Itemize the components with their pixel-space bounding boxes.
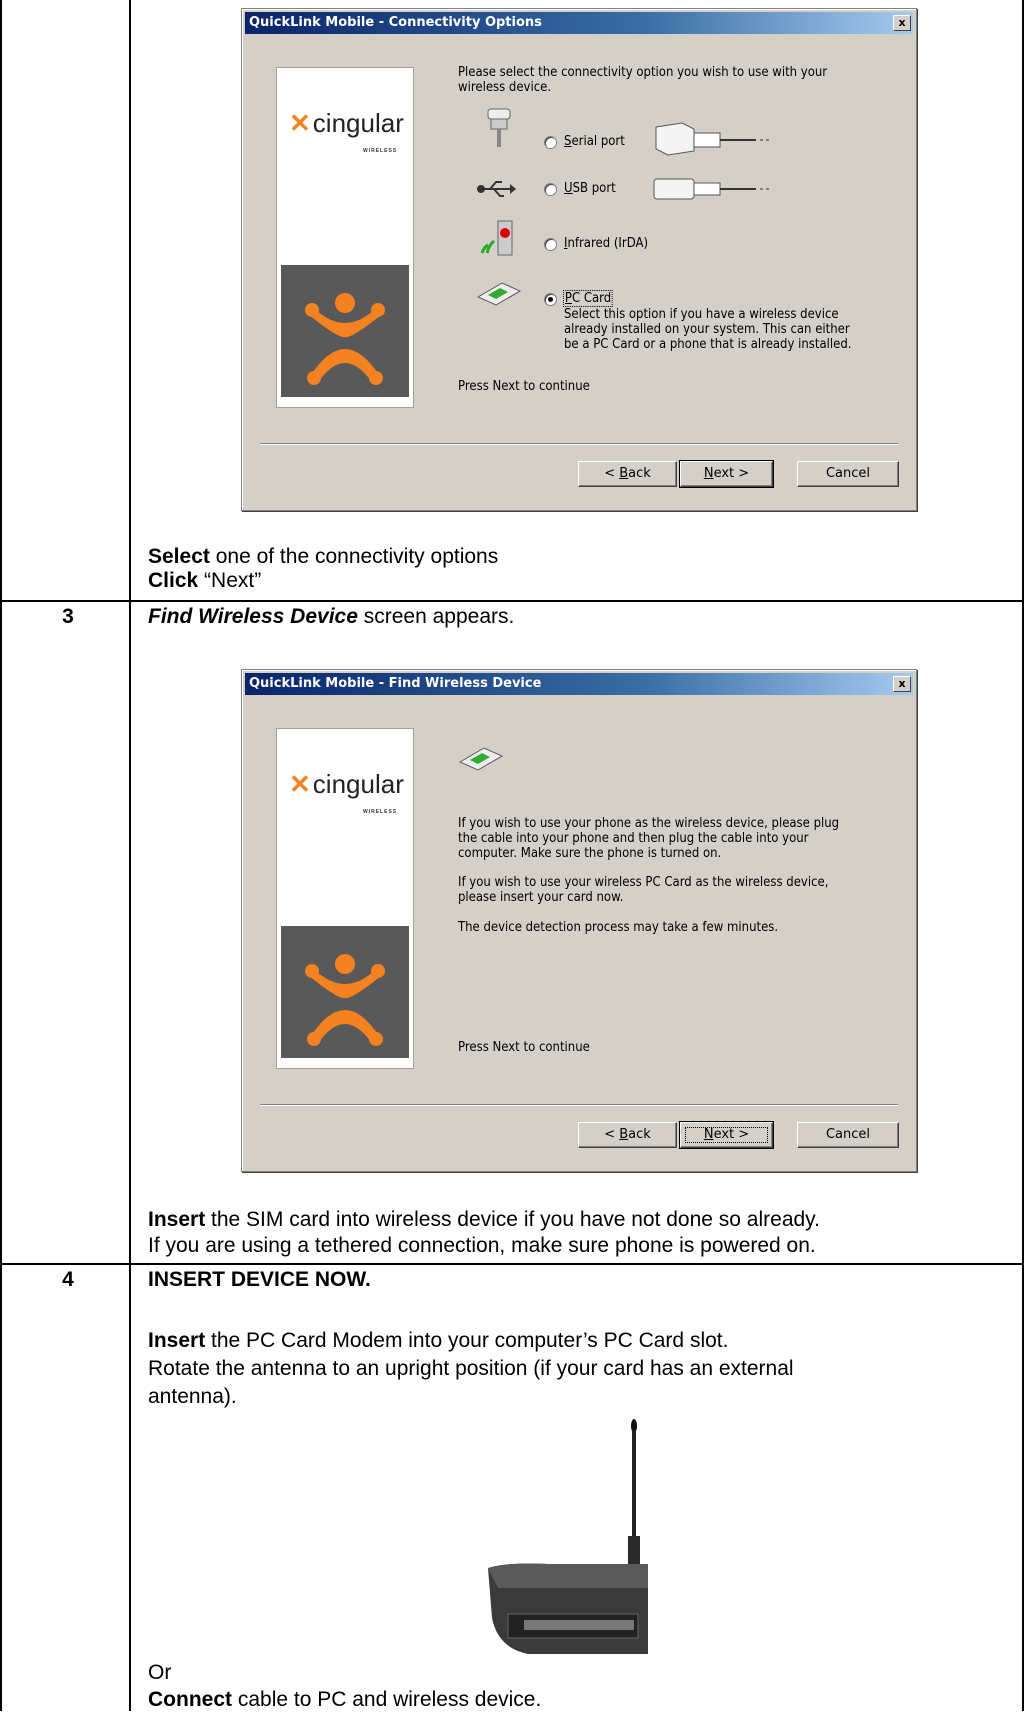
step4-antenna-line: antenna). — [148, 1385, 237, 1408]
row-divider-3 — [0, 600, 1024, 602]
para3: The device detection process may take a … — [458, 920, 779, 935]
pc-card-desc-2: already installed on your system. This c… — [564, 322, 850, 337]
cingular-jack-icon — [305, 954, 385, 1046]
instruction-line1: Please select the connectivity option yo… — [458, 65, 828, 80]
step4-heading: INSERT DEVICE NOW. — [148, 1268, 371, 1291]
usb-port-label[interactable]: USB port — [564, 181, 616, 196]
close-icon: x — [898, 16, 906, 29]
instruction-line2: wireless device. — [458, 80, 552, 95]
brand-image — [281, 265, 409, 397]
infrared-icon — [480, 220, 513, 256]
table-left-border — [0, 0, 2, 1711]
step3-heading: Find Wireless Device screen appears. — [148, 605, 515, 628]
step4-connect-line: Connect cable to PC and wireless device. — [148, 1688, 542, 1711]
infrared-label[interactable]: Infrared (IrDA) — [564, 236, 648, 251]
pc-card-label[interactable]: PC Card — [563, 290, 614, 307]
para2-line1: If you wish to use your wireless PC Card… — [458, 875, 829, 890]
step3-tethered-line: If you are using a tethered connection, … — [148, 1234, 816, 1257]
para1-line1: If you wish to use your phone as the wir… — [458, 816, 840, 831]
step4-insert-line: Insert the PC Card Modem into your compu… — [148, 1329, 729, 1352]
find-wireless-device-dialog: QuickLink Mobile - Find Wireless Device … — [241, 669, 917, 1172]
para2-line2: please insert your card now. — [458, 890, 624, 905]
step4-rotate-line: Rotate the antenna to an upright positio… — [148, 1357, 794, 1380]
step2-click-line: Click “Next” — [148, 569, 262, 592]
pc-card-modem-photo — [488, 1419, 648, 1654]
step2-select-line: Select one of the connectivity options — [148, 545, 499, 568]
pc-card-icon — [476, 282, 522, 306]
brand-panel: ✕cingular WIRELESS — [276, 67, 414, 408]
cingular-jack-icon — [305, 293, 385, 385]
pc-card-radio[interactable] — [544, 293, 557, 306]
dialog-separator — [260, 1104, 898, 1106]
dialog-title: QuickLink Mobile - Find Wireless Device — [249, 676, 542, 691]
brand-image — [281, 926, 409, 1058]
dialog-title: QuickLink Mobile - Connectivity Options — [249, 15, 542, 30]
close-button[interactable]: x — [893, 676, 911, 692]
serial-port-radio[interactable] — [544, 136, 557, 149]
serial-port-label[interactable]: Serial port — [564, 134, 625, 149]
row-divider-4 — [0, 1263, 1024, 1265]
cancel-button[interactable]: Cancel — [797, 1122, 899, 1148]
serial-port-icon — [487, 108, 511, 147]
dialog-title-bar: QuickLink Mobile - Find Wireless Device … — [245, 673, 913, 695]
step-number-4: 4 — [62, 1268, 74, 1291]
usb-port-radio[interactable] — [544, 183, 557, 196]
close-button[interactable]: x — [893, 15, 911, 31]
usb-cable-icon — [653, 178, 769, 200]
para1-line2: the cable into your phone and then plug … — [458, 831, 809, 846]
cingular-logo: ✕cingular — [289, 769, 404, 799]
brand-panel: ✕cingular WIRELESS — [276, 728, 414, 1069]
cingular-x-icon: ✕ — [289, 108, 311, 138]
usb-icon — [477, 181, 516, 197]
step-number-3: 3 — [62, 605, 74, 628]
next-button[interactable]: Next > — [679, 1121, 774, 1149]
infrared-radio[interactable] — [544, 238, 557, 251]
dialog-separator — [260, 443, 898, 445]
focus-rect — [685, 1127, 768, 1143]
pc-card-icon — [458, 747, 504, 771]
footer-text: Press Next to continue — [458, 1040, 590, 1055]
step4-or: Or — [148, 1661, 172, 1684]
table-column-divider — [129, 0, 131, 1711]
back-button[interactable]: < Back — [578, 1122, 677, 1148]
dialog-title-bar: QuickLink Mobile - Connectivity Options … — [245, 12, 913, 34]
close-icon: x — [898, 677, 906, 690]
footer-text: Press Next to continue — [458, 379, 590, 394]
cancel-button[interactable]: Cancel — [797, 461, 899, 487]
step3-insert-sim-line: Insert the SIM card into wireless device… — [148, 1208, 820, 1231]
serial-cable-icon — [655, 122, 769, 156]
pc-card-desc-3: be a PC Card or a phone that is already … — [564, 337, 852, 352]
back-button[interactable]: < Back — [578, 461, 677, 487]
next-button[interactable]: Next > — [679, 460, 774, 488]
brand-subtitle: WIRELESS — [363, 148, 398, 154]
connectivity-options-dialog: QuickLink Mobile - Connectivity Options … — [241, 8, 917, 511]
para1-line3: computer. Make sure the phone is turned … — [458, 846, 722, 861]
brand-subtitle: WIRELESS — [363, 809, 398, 815]
cingular-logo: ✕cingular — [289, 108, 404, 138]
pc-card-desc-1: Select this option if you have a wireles… — [564, 307, 839, 322]
cingular-x-icon: ✕ — [289, 769, 311, 799]
